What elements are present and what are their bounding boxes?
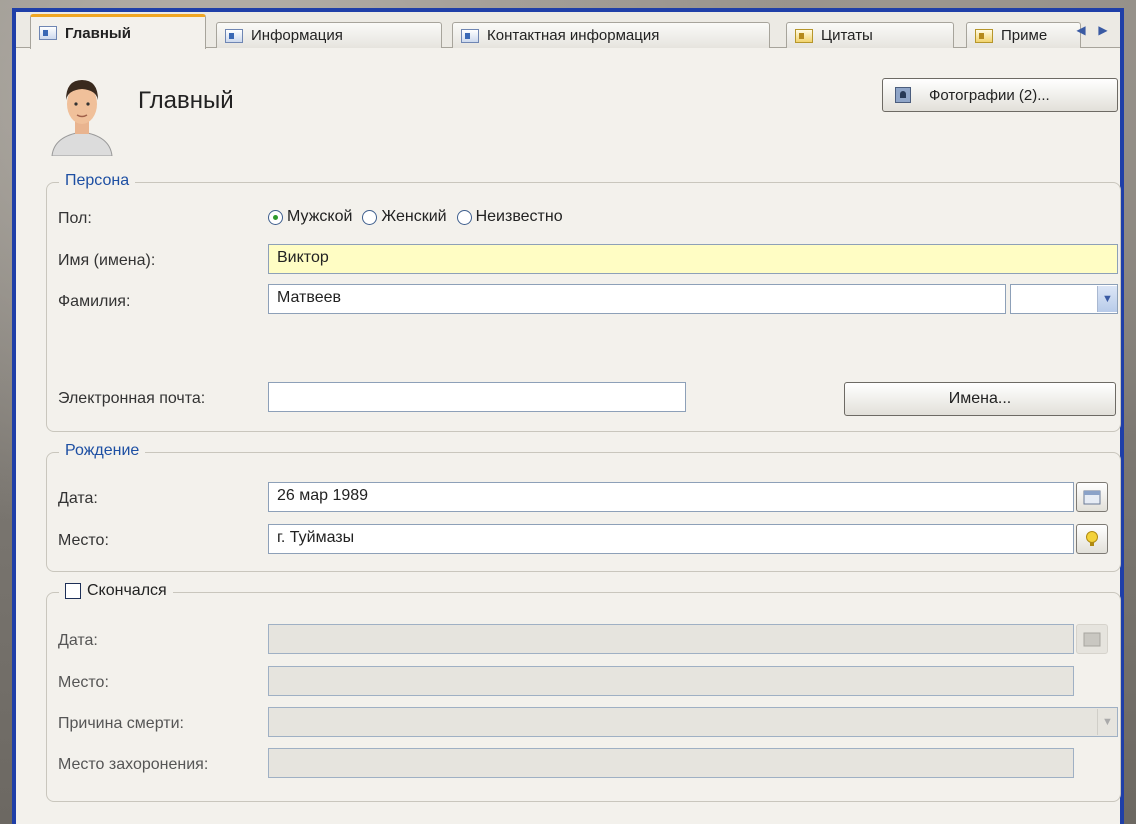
home-icon (461, 28, 479, 43)
surname-field[interactable]: Матвеев (268, 284, 1006, 314)
tab-contact-information[interactable]: Контактная информация (452, 22, 770, 48)
radio-unknown-label: Неизвестно (475, 208, 563, 225)
names-button[interactable]: Имена... (844, 382, 1116, 416)
radio-male[interactable]: Мужской (268, 208, 352, 226)
suffix-dropdown[interactable]: ▼ (1010, 284, 1118, 314)
surname-label: Фамилия: (58, 293, 131, 310)
note-icon (975, 28, 993, 43)
person-editor-panel: Главный Информация Контактная информация… (16, 12, 1121, 824)
death-place-label: Место: (58, 674, 109, 691)
radio-male-label: Мужской (287, 208, 353, 225)
person-group-legend: Персона (59, 172, 136, 190)
photos-button[interactable]: Фотографии (2)... (882, 78, 1118, 112)
tab-notes[interactable]: Приме (966, 22, 1081, 48)
tab-information-label: Информация (251, 27, 343, 44)
chevron-down-icon: ▼ (1097, 709, 1117, 735)
tab-main-label: Главный (65, 24, 131, 42)
page-title: Главный (138, 87, 234, 114)
scroll-right-arrow-icon[interactable]: ▶ (1094, 21, 1112, 39)
death-cause-dropdown: ▼ (268, 707, 1118, 737)
birth-group: Рождение (46, 442, 1121, 572)
death-cause-label: Причина смерти: (58, 715, 184, 732)
person-avatar (51, 80, 113, 156)
radio-female-label: Женский (381, 208, 447, 225)
birth-group-legend: Рождение (59, 442, 146, 460)
photo-icon (895, 87, 911, 103)
given-names-label: Имя (имена): (58, 252, 156, 269)
tab-information[interactable]: Информация (216, 22, 442, 48)
burial-place-label: Место захоронения: (58, 756, 209, 773)
death-date-label: Дата: (58, 632, 98, 649)
deceased-checkbox[interactable] (65, 583, 81, 599)
birth-date-field[interactable]: 26 мар 1989 (268, 482, 1074, 512)
death-calendar-button (1076, 624, 1108, 654)
gender-radio-group: Мужской Женский Неизвестно (268, 208, 573, 226)
radio-dot-icon (456, 209, 472, 225)
death-place-field (268, 666, 1074, 696)
quote-icon (795, 28, 813, 43)
names-button-label: Имена... (948, 390, 1012, 407)
death-date-field (268, 624, 1074, 654)
calendar-icon (1083, 490, 1101, 505)
given-names-field[interactable]: Виктор (268, 244, 1118, 274)
place-pin-icon (1086, 531, 1098, 546)
tab-quotes-label: Цитаты (821, 27, 873, 44)
tab-bar: Главный Информация Контактная информация… (16, 12, 1120, 49)
calendar-button[interactable] (1076, 482, 1108, 512)
deceased-checkbox-label: Скончался (87, 582, 167, 599)
radio-dot-icon (362, 209, 378, 225)
scroll-left-arrow-icon[interactable]: ◀ (1072, 21, 1090, 39)
tab-notes-label: Приме (1001, 27, 1048, 44)
place-lookup-button[interactable] (1076, 524, 1108, 554)
birth-place-label: Место: (58, 532, 109, 549)
birth-place-field[interactable]: г. Туймазы (268, 524, 1074, 554)
calendar-icon (1083, 632, 1101, 647)
tab-quotes[interactable]: Цитаты (786, 22, 954, 48)
window-frame: Главный Информация Контактная информация… (12, 8, 1124, 824)
chevron-down-icon[interactable]: ▼ (1097, 286, 1117, 312)
tab-scroll-arrows: ◀ ▶ (1072, 21, 1112, 39)
email-label: Электронная почта: (58, 390, 206, 407)
death-group-legend: Скончался (59, 582, 173, 600)
burial-place-field (268, 748, 1074, 778)
birth-date-label: Дата: (58, 490, 98, 507)
radio-female[interactable]: Женский (362, 208, 447, 226)
gender-label: Пол: (58, 210, 92, 227)
info-icon (225, 28, 243, 43)
tab-main[interactable]: Главный (30, 14, 206, 49)
person-card-icon (39, 26, 57, 40)
email-field[interactable] (268, 382, 686, 412)
tab-contact-information-label: Контактная информация (487, 27, 660, 44)
photos-button-label: Фотографии (2)... (929, 86, 1050, 104)
radio-unknown[interactable]: Неизвестно (456, 208, 563, 226)
radio-dot-checked-icon (268, 209, 283, 225)
